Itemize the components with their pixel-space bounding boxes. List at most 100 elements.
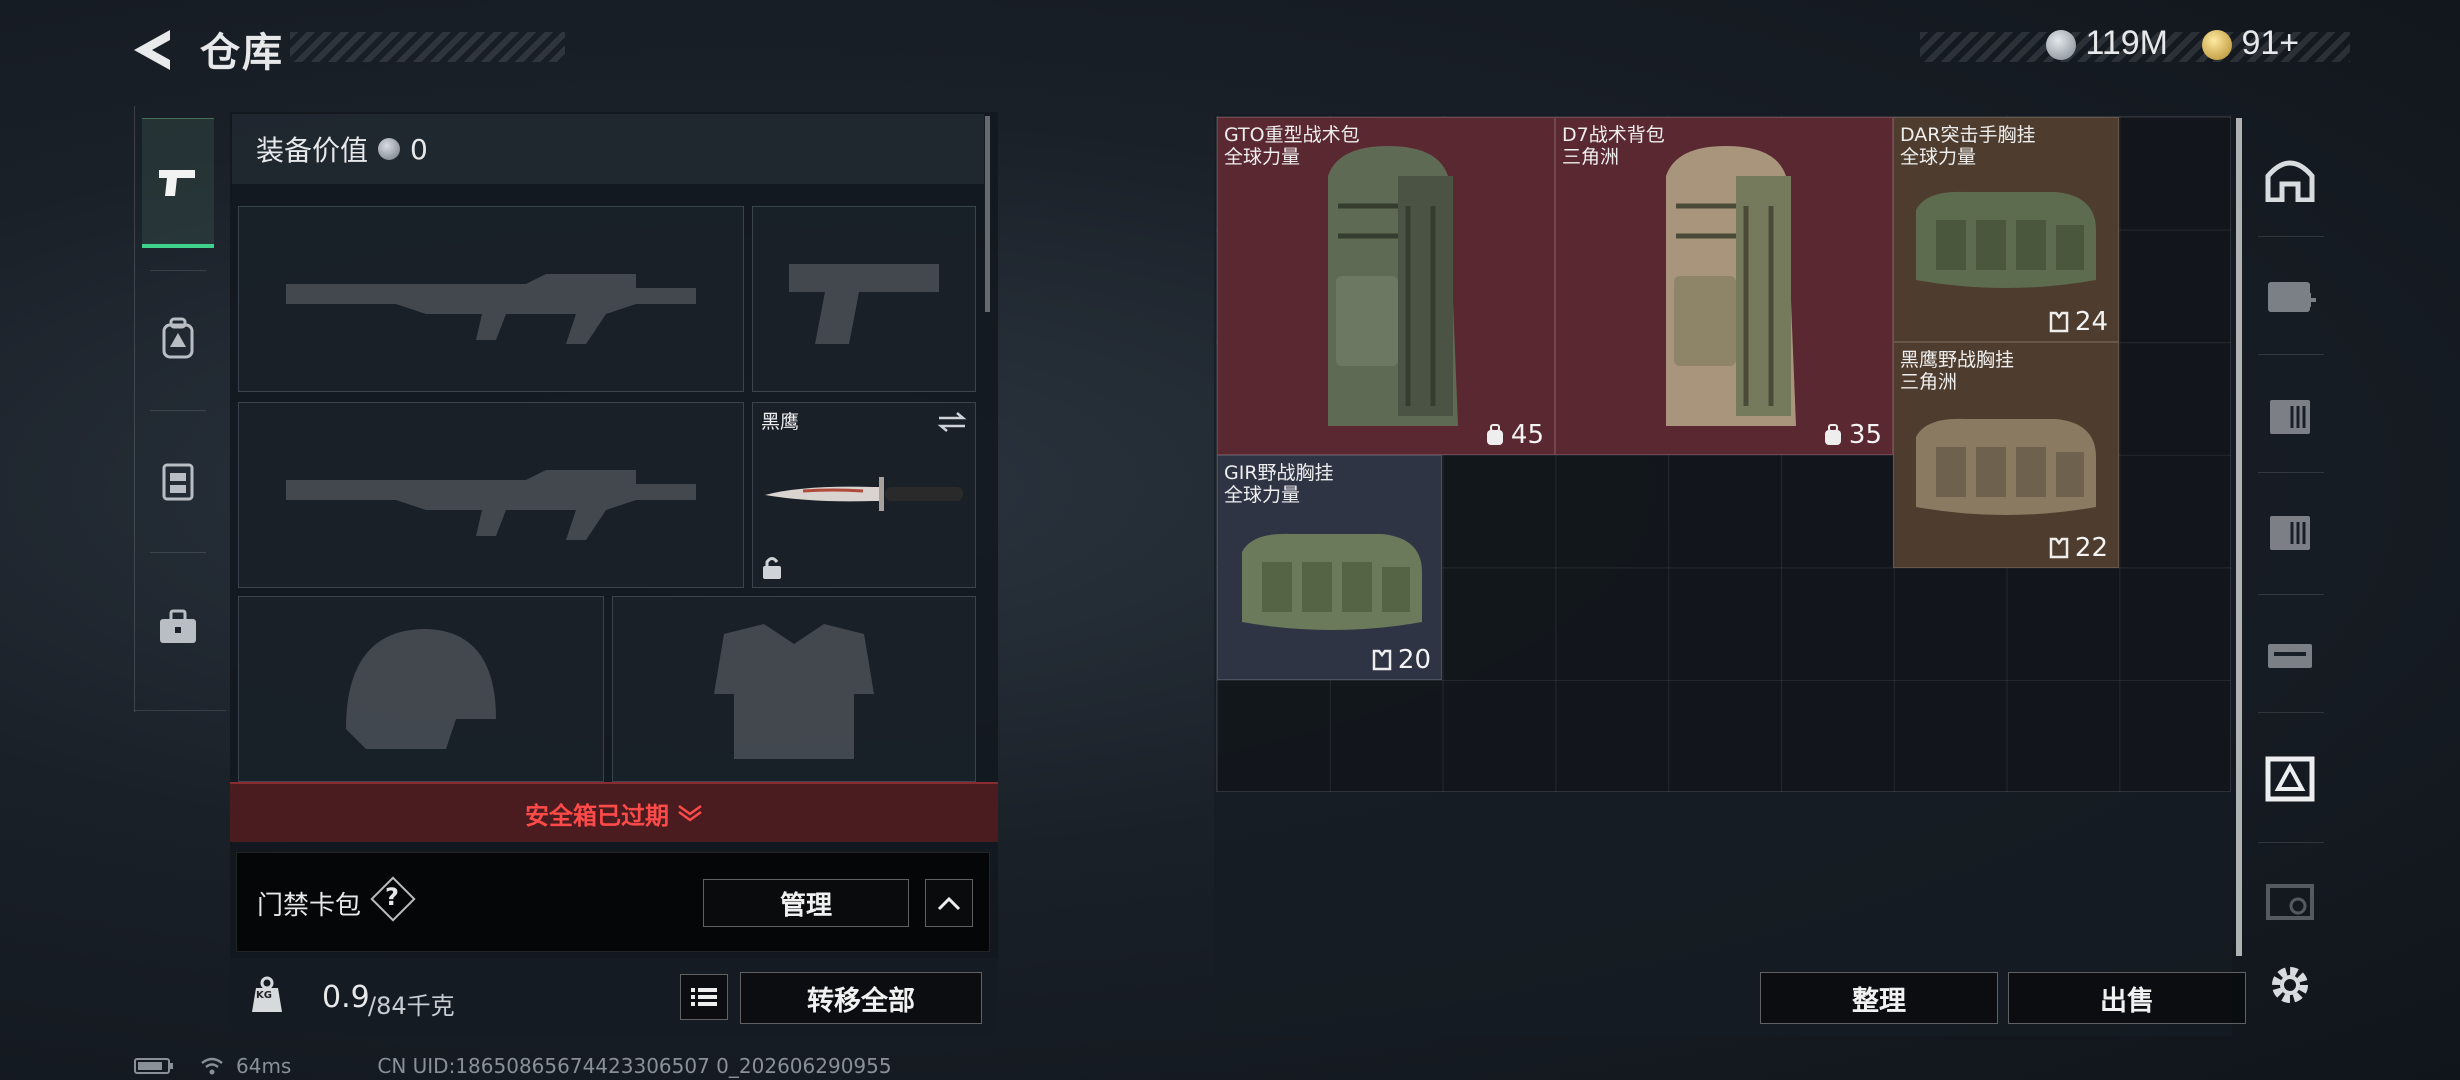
chevron-up-icon bbox=[937, 896, 961, 911]
settings-button[interactable] bbox=[2252, 930, 2328, 1040]
silver-coin-icon bbox=[2046, 30, 2076, 61]
capacity-value: 24 bbox=[2074, 307, 2108, 337]
chest-rig-capacity-icon bbox=[1372, 649, 1392, 671]
tab-rail-end bbox=[134, 710, 226, 711]
chest-rig-image bbox=[1916, 191, 2096, 288]
back-button[interactable] bbox=[130, 28, 180, 72]
transfer-all-button[interactable]: 转移全部 bbox=[740, 972, 982, 1024]
tab-weapon[interactable] bbox=[142, 118, 214, 248]
home-icon bbox=[2265, 160, 2315, 202]
item-d7-backpack[interactable]: D7战术背包 三角洲 35 bbox=[1555, 117, 1893, 455]
capacity-badge: 45 bbox=[1485, 420, 1544, 450]
capacity-badge: 35 bbox=[1823, 420, 1882, 450]
user-uid: CN UID:18650865674423306507 0_2026062909… bbox=[377, 1054, 892, 1078]
capacity-value: 35 bbox=[1848, 420, 1882, 450]
capacity-badge: 20 bbox=[1372, 645, 1431, 675]
settings-icon bbox=[2272, 967, 2308, 1003]
rail-home[interactable] bbox=[2252, 124, 2328, 234]
chest-rig-capacity-icon bbox=[2049, 311, 2069, 333]
tab-divider bbox=[150, 552, 206, 553]
ping-value: 64ms bbox=[236, 1054, 292, 1078]
list-icon bbox=[691, 988, 717, 1006]
rail-divider bbox=[2258, 354, 2324, 355]
double-chevron-down-icon bbox=[678, 804, 702, 822]
wifi-icon bbox=[201, 1057, 223, 1075]
primary-weapon-slot[interactable] bbox=[238, 206, 744, 392]
helmet-silhouette-icon bbox=[346, 629, 496, 749]
rail-divider bbox=[2258, 236, 2324, 237]
rail-divider bbox=[2258, 842, 2324, 843]
equipment-value-row: 装备价值 0 bbox=[232, 114, 984, 184]
swap-icon[interactable] bbox=[937, 411, 967, 433]
rail-medical-box[interactable] bbox=[2252, 240, 2328, 350]
chest-rig-capacity-icon bbox=[2049, 537, 2069, 559]
rail-divider bbox=[2258, 472, 2324, 473]
backpack-image bbox=[1328, 146, 1458, 426]
helmet-slot[interactable] bbox=[238, 596, 604, 782]
item-name: 黑鹰野战胸挂 三角洲 bbox=[1900, 349, 2015, 393]
silver-coin-icon bbox=[378, 138, 401, 160]
lock-icon bbox=[763, 557, 781, 579]
safe-box-expired-banner[interactable]: 安全箱已过期 bbox=[230, 782, 998, 842]
back-arrow-icon bbox=[134, 30, 170, 70]
item-name: DAR突击手胸挂 全球力量 bbox=[1900, 124, 2036, 168]
sidearm-slot[interactable] bbox=[752, 206, 976, 392]
item-dar-chest-rig[interactable]: DAR突击手胸挂 全球力量 24 bbox=[1893, 117, 2119, 342]
gold-amount: 91+ bbox=[2241, 24, 2300, 62]
weight-limit: /84千克 bbox=[368, 992, 455, 1020]
melee-slot[interactable]: 黑鹰 bbox=[752, 402, 976, 588]
capacity-badge: 24 bbox=[2049, 307, 2108, 337]
backpack-capacity-icon bbox=[1824, 424, 1841, 445]
gold-currency[interactable]: 91+ bbox=[2202, 24, 2299, 63]
rail-divider bbox=[2258, 594, 2324, 595]
ammo-box-icon-2 bbox=[2270, 516, 2310, 550]
equipment-scrollbar[interactable] bbox=[985, 116, 990, 312]
secondary-weapon-slot[interactable] bbox=[238, 402, 744, 588]
backpack-capacity-icon bbox=[1486, 424, 1503, 445]
equipment-value-label: 装备价值 bbox=[256, 134, 369, 167]
tab-backpack[interactable] bbox=[142, 274, 214, 404]
rail-equipment-case[interactable] bbox=[2252, 722, 2328, 832]
ammo-box-icon bbox=[2270, 400, 2310, 434]
rail-ammo-box[interactable] bbox=[2252, 360, 2328, 470]
silver-currency[interactable]: 119M bbox=[2046, 24, 2168, 63]
body-armor-silhouette-icon bbox=[714, 624, 874, 759]
list-view-button[interactable] bbox=[680, 974, 728, 1020]
tab-chest-rig[interactable] bbox=[142, 416, 214, 546]
chest-rig-image bbox=[1916, 418, 2096, 515]
equipment-value: 0 bbox=[410, 132, 428, 166]
rifle-silhouette-icon bbox=[286, 274, 696, 344]
weight-icon-label: KG bbox=[256, 990, 272, 1001]
rail-divider bbox=[2258, 712, 2324, 713]
rail-weapon-case[interactable] bbox=[2252, 598, 2328, 708]
item-gir-chest-rig[interactable]: GIR野战胸挂 全球力量 20 bbox=[1217, 455, 1442, 680]
rail-ammo-box-2[interactable] bbox=[2252, 476, 2328, 586]
sort-button[interactable]: 整理 bbox=[1760, 972, 1998, 1024]
tab-divider bbox=[150, 270, 206, 271]
melee-name: 黑鹰 bbox=[761, 411, 800, 433]
pistol-silhouette-icon bbox=[789, 264, 939, 344]
backpack-image bbox=[1666, 146, 1796, 426]
armor-slot[interactable] bbox=[612, 596, 976, 782]
title-stripe bbox=[290, 32, 565, 62]
item-gto-backpack[interactable]: GTO重型战术包 全球力量 45 bbox=[1217, 117, 1555, 455]
card-bag-label: 门禁卡包 bbox=[257, 891, 362, 921]
collapse-button[interactable] bbox=[925, 879, 973, 927]
item-heiying-chest-rig[interactable]: 黑鹰野战胸挂 三角洲 22 bbox=[1893, 342, 2119, 568]
capacity-value: 20 bbox=[1397, 645, 1431, 675]
gadget-case-icon bbox=[2266, 884, 2314, 920]
weight-bar: KG 0.9 /84千克 转移全部 bbox=[230, 958, 998, 1034]
capacity-value: 22 bbox=[2074, 533, 2108, 563]
medical-box-icon bbox=[2268, 282, 2316, 312]
toolbox-icon bbox=[160, 609, 196, 643]
help-mark: ? bbox=[385, 883, 399, 911]
item-name: GIR野战胸挂 全球力量 bbox=[1224, 462, 1334, 506]
tab-case[interactable] bbox=[142, 562, 214, 692]
storage-scrollbar[interactable] bbox=[2236, 118, 2242, 956]
manage-button[interactable]: 管理 bbox=[703, 879, 909, 927]
chest-rig-image bbox=[1242, 533, 1422, 630]
chest-rig-icon bbox=[162, 463, 194, 501]
safe-box-status: 安全箱已过期 bbox=[525, 801, 669, 830]
sell-button[interactable]: 出售 bbox=[2008, 972, 2246, 1024]
battery-icon bbox=[134, 1058, 173, 1074]
